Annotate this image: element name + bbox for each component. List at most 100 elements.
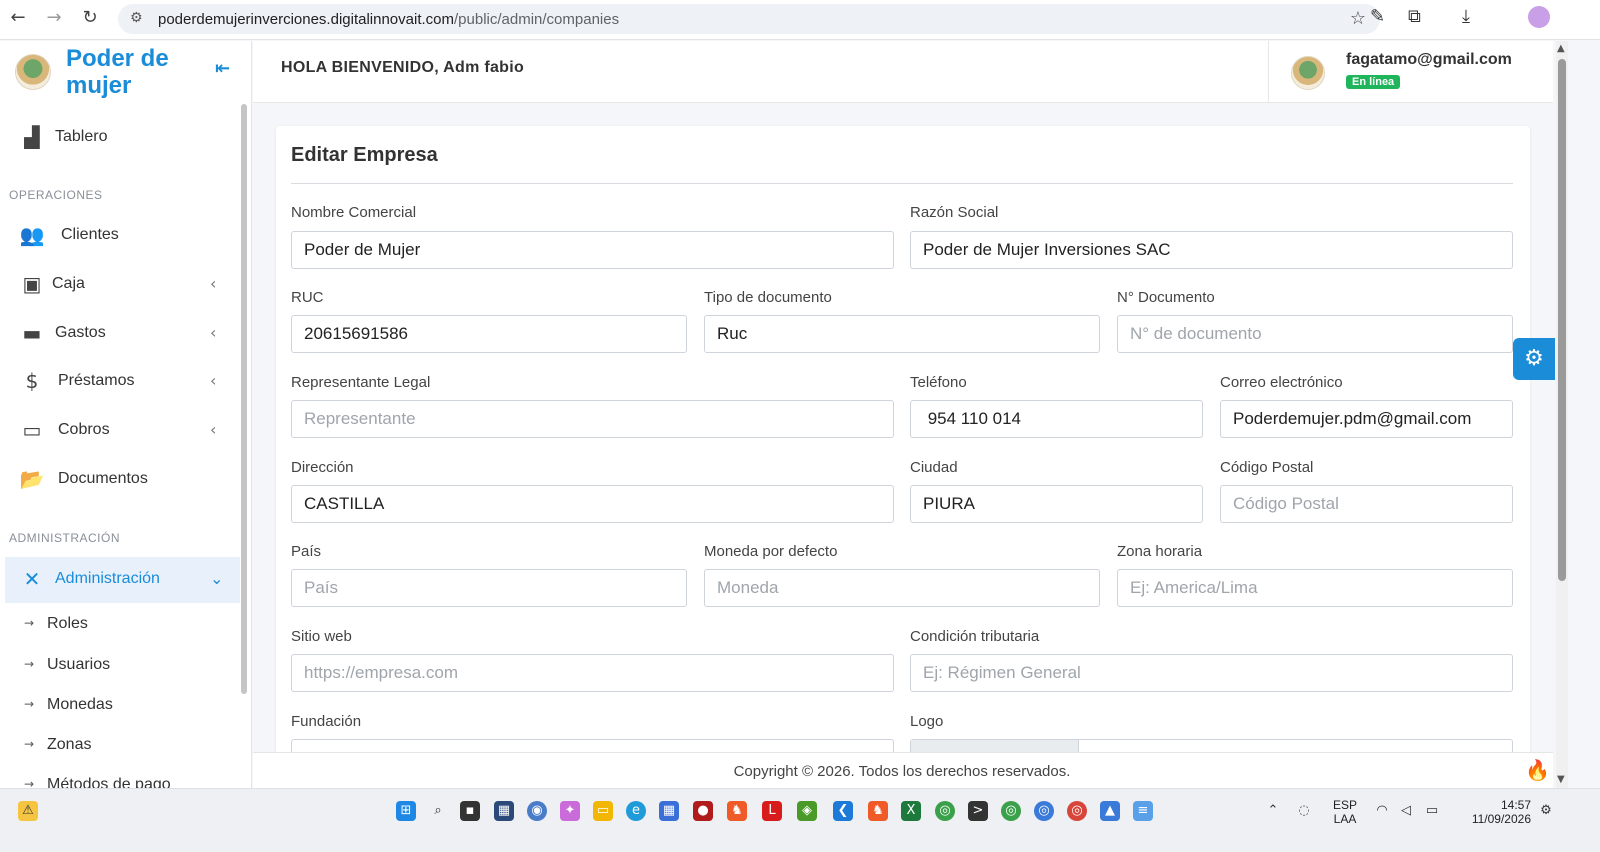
sidebar-subitem-usuarios[interactable]: → Usuarios: [0, 645, 240, 685]
correo-input[interactable]: [1220, 400, 1513, 438]
copyright-text: Copyright © 2026. Todos los derechos res…: [733, 763, 1071, 780]
terminal-icon[interactable]: >: [968, 801, 988, 821]
sidebar-item-clientes[interactable]: 👥 Clientes: [0, 213, 240, 259]
scroll-up-icon[interactable]: ▲: [1557, 43, 1565, 54]
scroll-down-icon[interactable]: ▼: [1557, 774, 1565, 785]
notification-icon[interactable]: ⚙: [1536, 801, 1556, 821]
back-icon[interactable]: ←: [6, 6, 30, 30]
app-icon[interactable]: ●: [693, 801, 713, 821]
moneda-input[interactable]: [704, 569, 1100, 607]
codigo-postal-input[interactable]: [1220, 485, 1513, 523]
nvidia-icon[interactable]: ◈: [797, 801, 817, 821]
logo-file-input[interactable]: [910, 739, 1513, 752]
cash-box-icon: ▣: [22, 272, 42, 296]
pais-input[interactable]: [291, 569, 687, 607]
reload-icon[interactable]: ↻: [78, 6, 102, 30]
app-icon[interactable]: ▦: [494, 801, 514, 821]
choose-file-button[interactable]: [911, 740, 1079, 752]
razon-social-input[interactable]: [910, 231, 1513, 269]
section-operaciones: OPERACIONES: [9, 188, 103, 202]
sidebar-item-cobros[interactable]: ▭ Cobros ‹: [0, 408, 240, 454]
brand-name[interactable]: Poder de mujer: [66, 45, 186, 99]
moneda-label: Moneda por defecto: [704, 543, 838, 560]
weather-icon[interactable]: ⚠: [18, 801, 38, 821]
chevron-up-icon[interactable]: ⌃: [1263, 801, 1283, 821]
condicion-input[interactable]: [910, 654, 1513, 692]
fundacion-label: Fundación: [291, 713, 362, 730]
notepad-icon[interactable]: ≡: [1133, 801, 1153, 821]
extensions-puzzle-icon[interactable]: ⧉: [1408, 6, 1421, 27]
chevron-left-icon: ‹: [210, 371, 217, 390]
fundacion-input[interactable]: [291, 739, 894, 752]
tools-icon: ✕: [23, 567, 41, 591]
sidebar-item-caja[interactable]: ▣ Caja ‹: [0, 262, 240, 308]
app-icon[interactable]: ◉: [527, 801, 547, 821]
file-explorer-icon[interactable]: ▭: [593, 801, 613, 821]
sidebar-item-label: Cobros: [58, 421, 110, 438]
ruc-input[interactable]: [291, 315, 687, 353]
chrome-icon[interactable]: ◎: [1034, 801, 1054, 821]
ciudad-input[interactable]: [910, 485, 1203, 523]
arrow-right-icon: →: [24, 616, 35, 630]
app-l-icon[interactable]: L: [762, 801, 782, 821]
battery-icon[interactable]: ▭: [1422, 801, 1442, 821]
page-scrollbar[interactable]: ▲ ▼: [1556, 41, 1568, 788]
language-indicator[interactable]: ESP LAA: [1328, 798, 1362, 826]
volume-muted-icon[interactable]: ◁: [1396, 801, 1416, 821]
store-icon[interactable]: ▦: [659, 801, 679, 821]
sidebar-item-prestamos[interactable]: $ Préstamos ‹: [0, 359, 240, 405]
sidebar-item-administracion[interactable]: ✕ Administración ⌄: [5, 557, 240, 603]
bookmark-star-icon[interactable]: ☆: [1350, 8, 1366, 29]
zona-horaria-input[interactable]: [1117, 569, 1513, 607]
representante-label: Representante Legal: [291, 374, 431, 391]
url-text[interactable]: poderdemujerinverciones.digitalinnovait.…: [158, 11, 619, 28]
flame-icon[interactable]: 🔥: [1525, 758, 1550, 782]
sidebar-item-documentos[interactable]: 📂 Documentos: [0, 457, 240, 503]
arrow-right-icon: →: [24, 737, 35, 751]
profile-avatar[interactable]: [1528, 6, 1550, 28]
brave-icon[interactable]: ♞: [727, 801, 747, 821]
nombre-comercial-input[interactable]: [291, 231, 894, 269]
tray-app-icon[interactable]: ◌: [1294, 801, 1314, 821]
search-icon[interactable]: ⌕: [428, 801, 448, 821]
extension-icon[interactable]: ✎: [1370, 6, 1385, 27]
arrow-right-icon: →: [24, 697, 35, 711]
users-icon: 👥: [19, 223, 45, 247]
sidebar-item-gastos[interactable]: ▬ Gastos ‹: [0, 311, 240, 357]
sidebar-subitem-monedas[interactable]: → Monedas: [0, 685, 240, 725]
sidebar-subitem-zonas[interactable]: → Zonas: [0, 725, 240, 765]
telefono-input[interactable]: [910, 400, 1203, 438]
collapse-sidebar-icon[interactable]: ⇤: [215, 58, 230, 79]
direccion-input[interactable]: [291, 485, 894, 523]
main-content: Editar Empresa Nombre Comercial Razón So…: [253, 104, 1553, 752]
photos-icon[interactable]: ▲: [1100, 801, 1120, 821]
vscode-icon[interactable]: ❮: [833, 801, 853, 821]
edge-icon[interactable]: e: [626, 801, 646, 821]
edit-company-card: Editar Empresa Nombre Comercial Razón So…: [276, 126, 1530, 752]
sidebar-scrollbar[interactable]: [241, 104, 247, 694]
sidebar-item-label: Préstamos: [58, 372, 135, 389]
wifi-icon[interactable]: ◠: [1372, 801, 1392, 821]
clock[interactable]: 14:57 11/09/2026: [1455, 798, 1531, 826]
site-settings-icon[interactable]: ⚙: [130, 10, 143, 26]
task-view-icon[interactable]: ▪: [460, 801, 480, 821]
download-icon[interactable]: ⤓: [1462, 6, 1470, 27]
scroll-thumb[interactable]: [1558, 59, 1566, 581]
settings-gear-icon[interactable]: ⚙: [1513, 338, 1555, 380]
chrome-icon[interactable]: ◎: [1067, 801, 1087, 821]
excel-icon[interactable]: X: [901, 801, 921, 821]
forward-icon[interactable]: →: [42, 6, 66, 30]
sidebar-item-tablero[interactable]: ▟ Tablero: [0, 115, 240, 161]
num-documento-input[interactable]: [1117, 315, 1513, 353]
brave-icon[interactable]: ♞: [868, 801, 888, 821]
sidebar-subitem-roles[interactable]: → Roles: [0, 604, 240, 644]
sitio-web-input[interactable]: [291, 654, 894, 692]
user-menu[interactable]: fagatamo@gmail.com En línea: [1268, 41, 1553, 103]
representante-input[interactable]: [291, 400, 894, 438]
windows-start-icon[interactable]: ⊞: [396, 801, 416, 821]
copilot-icon[interactable]: ✦: [560, 801, 580, 821]
address-bar[interactable]: ⚙ poderdemujerinverciones.digitalinnovai…: [118, 4, 1380, 34]
tipo-documento-input[interactable]: [704, 315, 1100, 353]
chrome-icon[interactable]: ◎: [1001, 801, 1021, 821]
chrome-icon[interactable]: ◎: [935, 801, 955, 821]
